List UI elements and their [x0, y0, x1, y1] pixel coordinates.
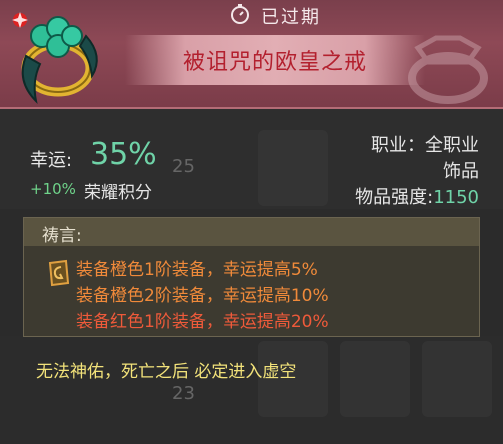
incantation-header: 祷言: [24, 218, 479, 246]
class-requirement: 职业：全职业 [371, 135, 479, 156]
background-number: 23 [172, 383, 195, 404]
ring-item-icon [6, 6, 106, 110]
item-power-label: 物品强度: [355, 187, 434, 208]
inventory-slot [340, 341, 410, 417]
background-number: 25 [172, 156, 195, 177]
incantation-line: 装备橙色2阶装备，幸运提高10% [76, 286, 329, 306]
bonus-label: 荣耀积分 [84, 183, 152, 203]
bonus-value: +10% [30, 180, 76, 198]
item-type: 饰品 [443, 161, 479, 182]
ring-watermark-icon [398, 34, 498, 110]
inventory-slot [422, 341, 492, 417]
status-bar: 已过期 [180, 3, 370, 29]
incantation-title: 祷言: [42, 226, 82, 246]
tooltip-header: 已过期 被诅咒的欧皇之戒 [0, 0, 503, 109]
item-tooltip: 25 23 已过期 被诅咒的欧皇之戒 幸运: 35% +10% 荣耀积分 职业：… [0, 0, 503, 444]
timer-icon [229, 3, 251, 29]
luck-value: 35% [90, 137, 157, 172]
rune-icon [46, 259, 70, 291]
item-power-value: 1150 [433, 187, 479, 208]
item-title: 被诅咒的欧皇之戒 [182, 50, 367, 75]
incantation-line: 装备红色1阶装备，幸运提高20% [76, 312, 329, 332]
status-label: 已过期 [261, 7, 321, 28]
incantation-line: 装备橙色1阶装备，幸运提高5% [76, 260, 318, 280]
item-power: 物品强度:1150 [355, 183, 479, 209]
incantation-box: 祷言: 装备橙色1阶装备，幸运提高5% 装备橙色2阶装备，幸运提高10% 装备红… [23, 217, 480, 337]
luck-label: 幸运: [30, 150, 73, 171]
curse-description: 无法神佑，死亡之后 必定进入虚空 [36, 362, 297, 382]
inventory-slot [258, 130, 328, 206]
